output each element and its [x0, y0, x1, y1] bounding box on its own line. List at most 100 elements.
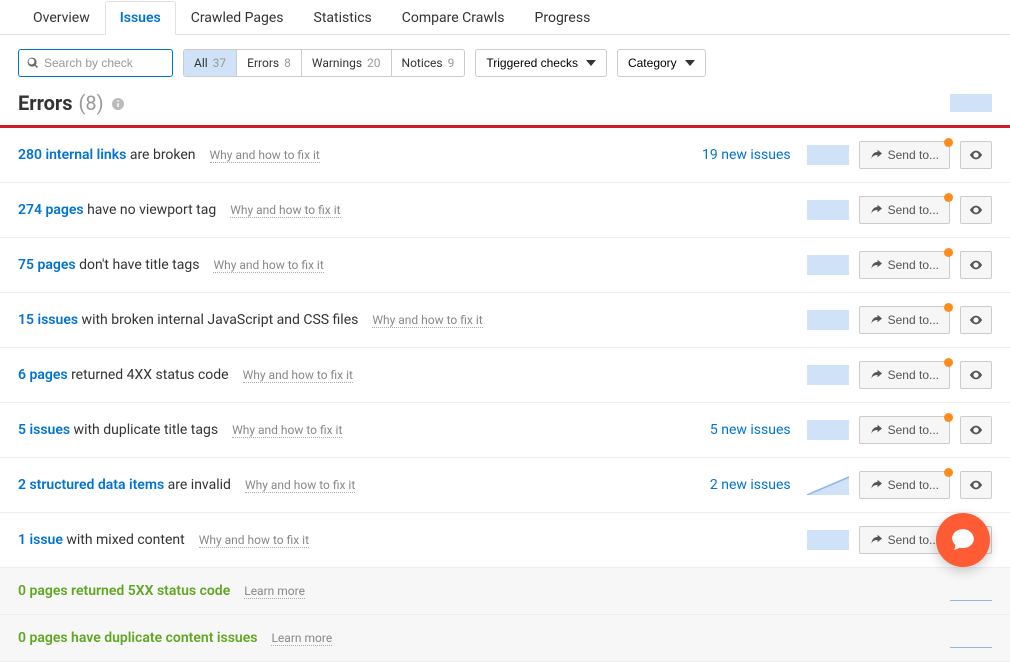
send-label: Send to...	[888, 203, 939, 217]
issue-link[interactable]: 0 pages have duplicate content issues	[18, 630, 257, 646]
issue-description: have no viewport tag	[87, 202, 216, 218]
tab-statistics[interactable]: Statistics	[299, 1, 387, 35]
send-to-button[interactable]: Send to...	[859, 361, 950, 389]
issue-link[interactable]: 5 issues	[18, 422, 70, 438]
send-label: Send to...	[888, 533, 939, 547]
notification-dot	[944, 193, 953, 202]
search-box[interactable]	[18, 49, 173, 77]
issue-link[interactable]: 274 pages	[18, 202, 84, 218]
fix-link[interactable]: Why and how to fix it	[245, 478, 355, 493]
send-to-button[interactable]: Send to...	[859, 196, 950, 224]
hide-button[interactable]	[960, 141, 992, 169]
triggered-checks-dropdown[interactable]: Triggered checks	[475, 49, 607, 77]
eye-icon	[969, 258, 983, 272]
issue-link[interactable]: 75 pages	[18, 257, 76, 273]
tab-issues[interactable]: Issues	[105, 1, 176, 35]
eye-icon	[969, 423, 983, 437]
notification-dot	[944, 138, 953, 147]
issue-link[interactable]: 280 internal links	[18, 147, 126, 163]
chip-count: 9	[448, 56, 455, 70]
tab-progress[interactable]: Progress	[520, 1, 606, 35]
fix-link[interactable]: Why and how to fix it	[372, 313, 482, 328]
fix-link[interactable]: Why and how to fix it	[199, 533, 309, 548]
issue-link[interactable]: 1 issue	[18, 532, 63, 548]
hide-button[interactable]	[960, 471, 992, 499]
send-label: Send to...	[888, 368, 939, 382]
section-header: Errors (8)	[0, 87, 1010, 128]
share-icon	[870, 259, 882, 271]
send-label: Send to...	[888, 423, 939, 437]
issue-link[interactable]: 0 pages returned 5XX status code	[18, 583, 230, 599]
issue-link[interactable]: 6 pages	[18, 367, 68, 383]
send-to-button[interactable]: Send to...	[859, 251, 950, 279]
issue-row: 6 pages returned 4XX status codeWhy and …	[0, 348, 1010, 403]
tab-overview[interactable]: Overview	[18, 1, 105, 35]
filter-chip-warnings[interactable]: Warnings 20	[302, 50, 392, 76]
hide-button[interactable]	[960, 306, 992, 334]
new-issues-count[interactable]: 2 new issues	[710, 477, 791, 493]
notification-dot	[944, 303, 953, 312]
new-issues-count[interactable]: 5 new issues	[710, 422, 791, 438]
share-icon	[870, 314, 882, 326]
section-sparkline	[950, 94, 992, 112]
hide-button[interactable]	[960, 251, 992, 279]
dropdown-label: Category	[628, 56, 677, 70]
section-title: Errors	[18, 91, 72, 115]
category-dropdown[interactable]: Category	[617, 49, 706, 77]
learn-more-link[interactable]: Learn more	[244, 584, 305, 599]
share-icon	[870, 204, 882, 216]
eye-icon	[969, 368, 983, 382]
issue-link[interactable]: 15 issues	[18, 312, 78, 328]
send-to-button[interactable]: Send to...	[859, 471, 950, 499]
sparkline	[807, 530, 849, 550]
learn-more-link[interactable]: Learn more	[271, 631, 332, 646]
issue-row: 75 pages don't have title tagsWhy and ho…	[0, 238, 1010, 293]
notification-dot	[944, 358, 953, 367]
fix-link[interactable]: Why and how to fix it	[213, 258, 323, 273]
issue-row-zero: 0 pages have duplicate content issues Lea…	[0, 615, 1010, 662]
issue-row: 1 issue with mixed contentWhy and how to…	[0, 513, 1010, 568]
issue-row: 5 issues with duplicate title tags Why an…	[0, 403, 1010, 458]
chip-group: All 37Errors 8Warnings 20Notices 9	[183, 49, 465, 77]
notification-dot	[944, 468, 953, 477]
eye-icon	[969, 148, 983, 162]
hide-button[interactable]	[960, 416, 992, 444]
issue-description: with duplicate title tags	[74, 422, 219, 438]
hide-button[interactable]	[960, 196, 992, 224]
send-to-button[interactable]: Send to...	[859, 306, 950, 334]
zero-issue-list: 0 pages returned 5XX status code Learn mo…	[0, 568, 1010, 662]
issue-list: 280 internal links are broken Why and how…	[0, 128, 1010, 568]
fix-link[interactable]: Why and how to fix it	[210, 148, 320, 163]
issue-description: are broken	[130, 147, 196, 163]
share-icon	[870, 424, 882, 436]
sparkline	[807, 145, 849, 165]
issue-row: 280 internal links are broken Why and how…	[0, 128, 1010, 183]
issue-link[interactable]: 2 structured data items	[18, 477, 164, 493]
filter-chip-all[interactable]: All 37	[184, 50, 237, 76]
issue-description: with broken internal JavaScript and CSS …	[82, 312, 359, 328]
fix-link[interactable]: Why and how to fix it	[243, 368, 353, 383]
fix-link[interactable]: Why and how to fix it	[232, 423, 342, 438]
sparkline	[807, 255, 849, 275]
eye-icon	[969, 203, 983, 217]
fix-link[interactable]: Why and how to fix it	[230, 203, 340, 218]
info-icon[interactable]	[112, 98, 124, 110]
send-to-button[interactable]: Send to...	[859, 141, 950, 169]
send-label: Send to...	[888, 313, 939, 327]
section-count: (8)	[78, 91, 103, 115]
new-issues-count[interactable]: 19 new issues	[702, 147, 791, 163]
issue-row: 15 issues with broken internal JavaScrip…	[0, 293, 1010, 348]
search-icon	[27, 57, 39, 69]
chat-fab[interactable]	[936, 513, 990, 567]
tab-compare-crawls[interactable]: Compare Crawls	[387, 1, 520, 35]
hide-button[interactable]	[960, 361, 992, 389]
issue-row-zero: 0 pages returned 5XX status code Learn mo…	[0, 568, 1010, 615]
filter-chip-notices[interactable]: Notices 9	[392, 50, 465, 76]
search-input[interactable]	[44, 56, 164, 70]
sparkline	[807, 420, 849, 440]
filter-chip-errors[interactable]: Errors 8	[237, 50, 302, 76]
chevron-down-icon	[586, 60, 596, 66]
tab-crawled-pages[interactable]: Crawled Pages	[176, 1, 299, 35]
send-to-button[interactable]: Send to...	[859, 416, 950, 444]
share-icon	[870, 479, 882, 491]
